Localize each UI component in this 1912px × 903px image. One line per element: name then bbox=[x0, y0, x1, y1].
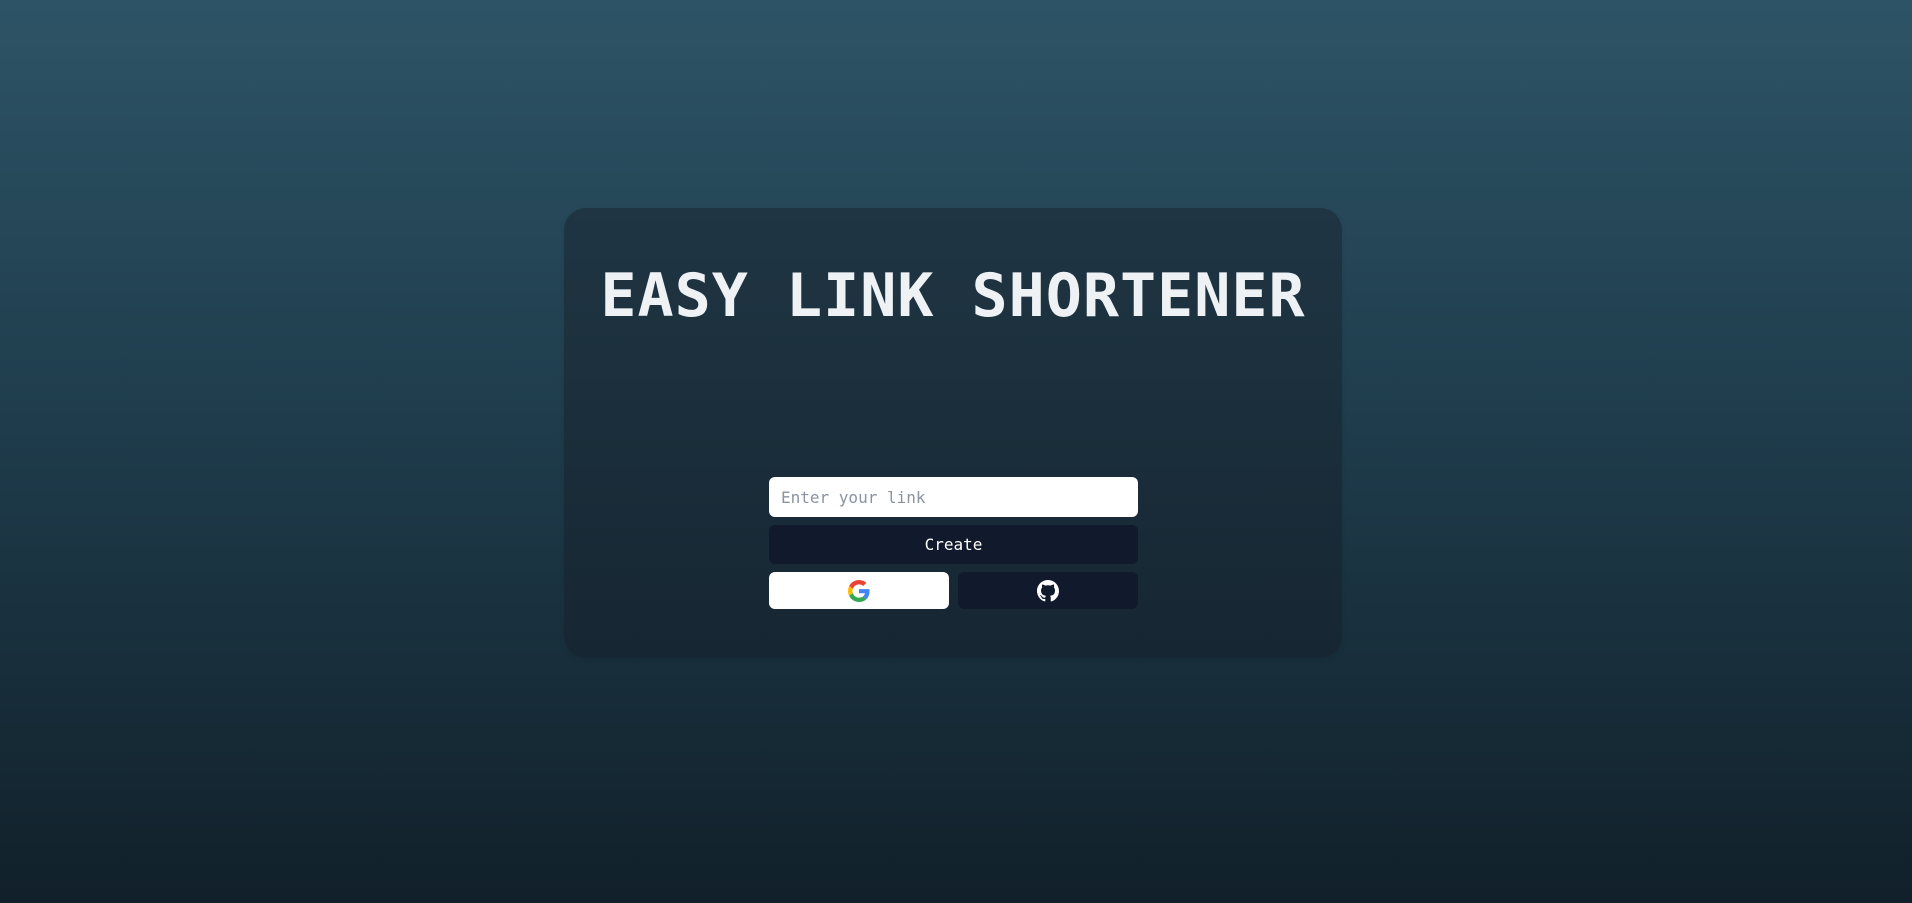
google-icon bbox=[848, 579, 870, 602]
shortener-card: EASY LINK SHORTENER Create bbox=[564, 208, 1342, 658]
oauth-row bbox=[769, 572, 1138, 609]
github-icon bbox=[1037, 579, 1059, 602]
google-login-button[interactable] bbox=[769, 572, 949, 609]
link-input[interactable] bbox=[769, 477, 1138, 517]
page-title: EASY LINK SHORTENER bbox=[600, 261, 1306, 331]
github-login-button[interactable] bbox=[958, 572, 1138, 609]
shorten-form: Create bbox=[769, 477, 1138, 609]
create-button[interactable]: Create bbox=[769, 525, 1138, 564]
